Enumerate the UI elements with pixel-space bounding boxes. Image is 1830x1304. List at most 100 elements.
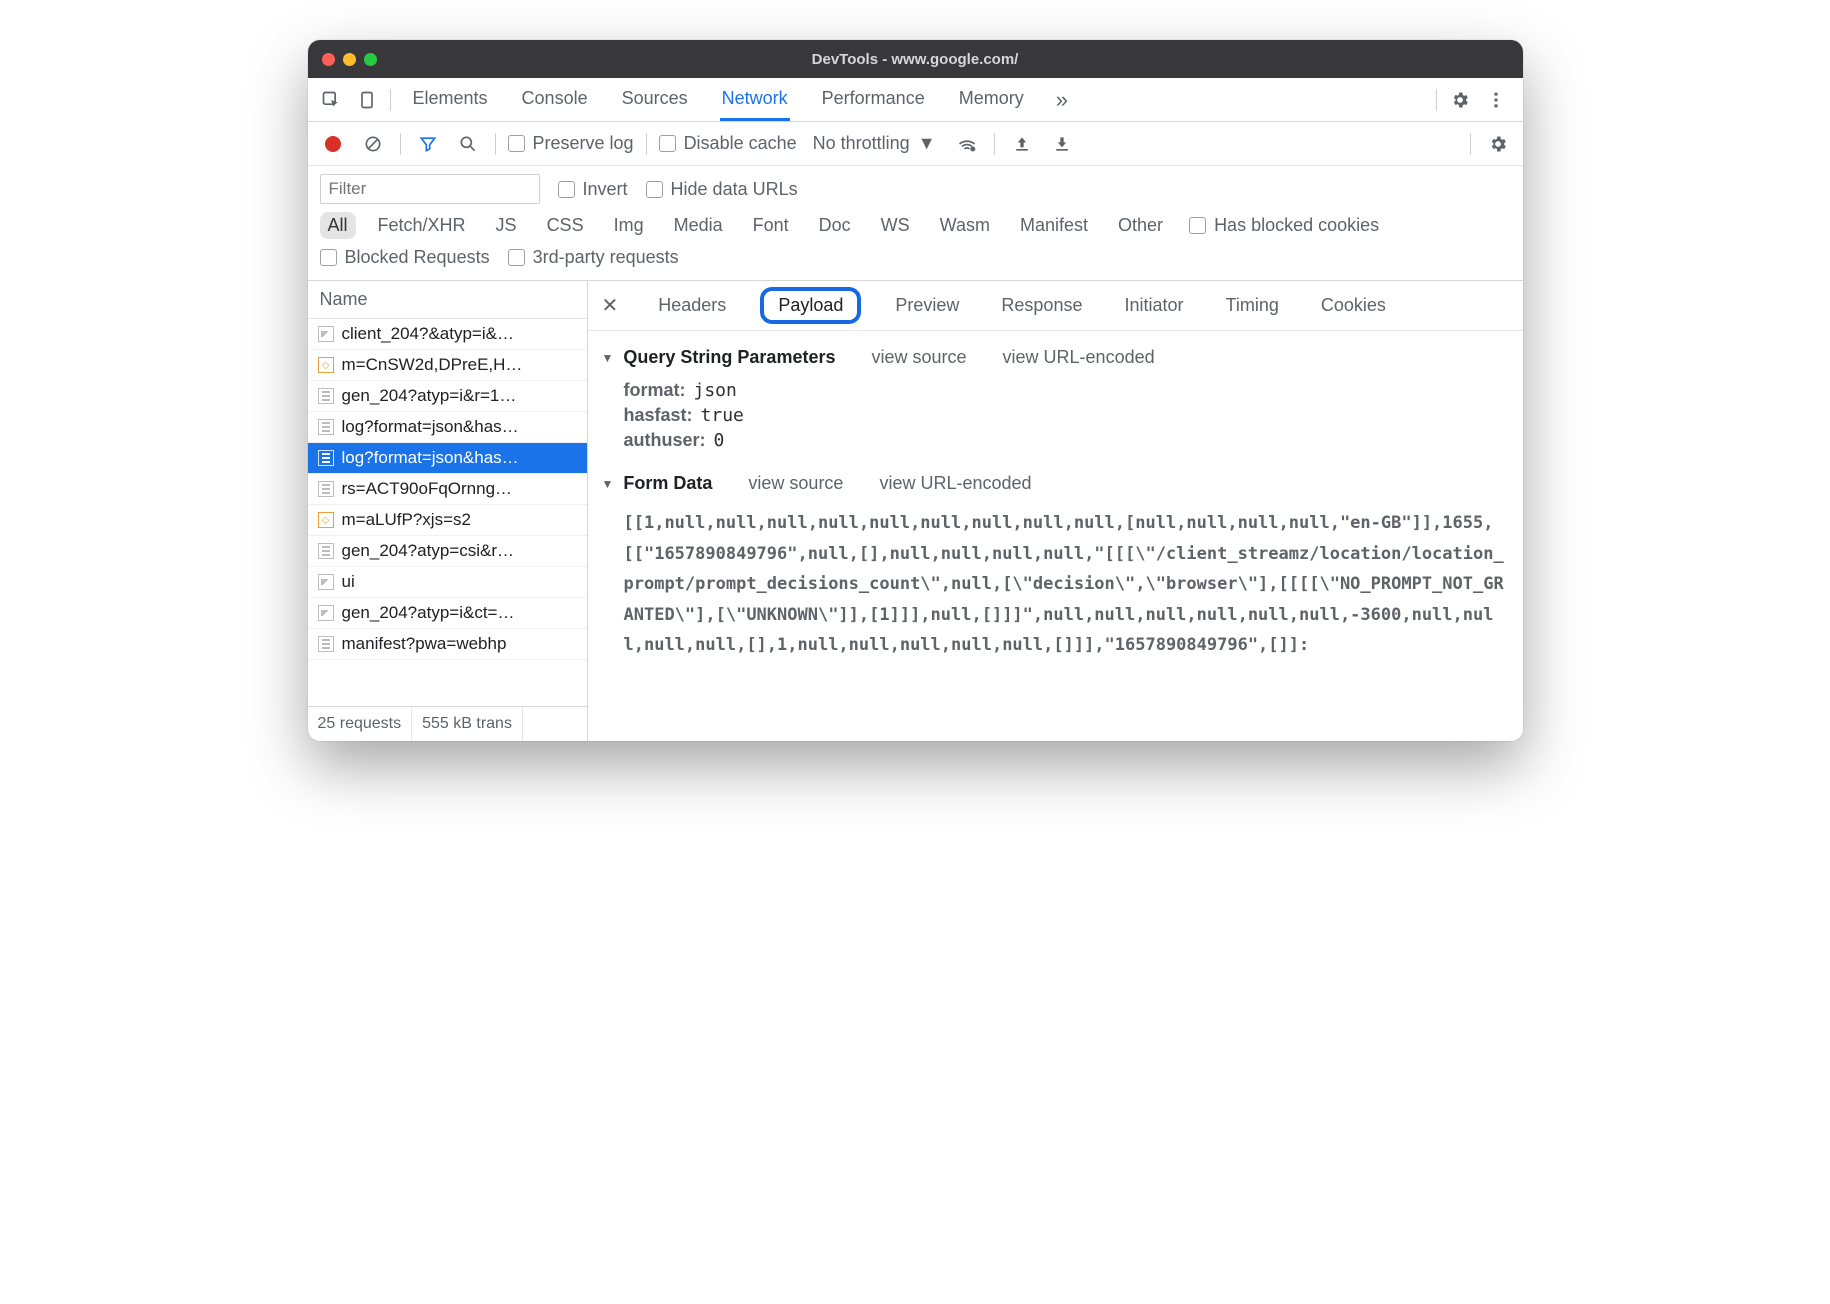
- traffic-lights: [322, 53, 377, 66]
- search-icon[interactable]: [453, 129, 483, 159]
- type-media[interactable]: Media: [666, 212, 731, 239]
- upload-har-icon[interactable]: [1007, 129, 1037, 159]
- clear-icon[interactable]: [358, 129, 388, 159]
- request-row[interactable]: log?format=json&has…: [308, 412, 587, 443]
- disable-cache-label: Disable cache: [684, 133, 797, 154]
- type-img[interactable]: Img: [606, 212, 652, 239]
- request-name: gen_204?atyp=csi&r…: [342, 541, 514, 561]
- formdata-body: [[1,null,null,null,null,null,null,null,n…: [624, 508, 1509, 661]
- qsp-view-url-encoded[interactable]: view URL-encoded: [1003, 347, 1155, 368]
- request-name: gen_204?atyp=i&ct=…: [342, 603, 515, 623]
- separator: [994, 133, 995, 155]
- request-row[interactable]: ui: [308, 567, 587, 598]
- tab-elements[interactable]: Elements: [411, 78, 490, 121]
- main-toolbar: Elements Console Sources Network Perform…: [308, 78, 1523, 122]
- separator: [400, 133, 401, 155]
- tab-network[interactable]: Network: [720, 78, 790, 121]
- type-other[interactable]: Other: [1110, 212, 1171, 239]
- qsp-row: format:json: [624, 380, 1509, 401]
- detail-tab-timing[interactable]: Timing: [1218, 291, 1287, 320]
- download-har-icon[interactable]: [1047, 129, 1077, 159]
- type-wasm[interactable]: Wasm: [932, 212, 998, 239]
- doc-file-icon: [318, 481, 334, 497]
- type-manifest[interactable]: Manifest: [1012, 212, 1096, 239]
- preserve-log-checkbox[interactable]: Preserve log: [508, 133, 634, 154]
- network-toolbar: Preserve log Disable cache No throttling…: [308, 122, 1523, 166]
- titlebar: DevTools - www.google.com/: [308, 40, 1523, 78]
- formdata-view-source[interactable]: view source: [748, 473, 843, 494]
- type-js[interactable]: JS: [488, 212, 525, 239]
- request-list-pane: Name client_204?&atyp=i&… m=CnSW2d,DPreE,…: [308, 281, 588, 741]
- type-font[interactable]: Font: [745, 212, 797, 239]
- request-row[interactable]: gen_204?atyp=i&r=1…: [308, 381, 587, 412]
- detail-tab-response[interactable]: Response: [993, 291, 1090, 320]
- hide-data-urls-checkbox[interactable]: Hide data URLs: [646, 179, 798, 200]
- more-options-icon[interactable]: [1481, 85, 1511, 115]
- record-button[interactable]: [318, 129, 348, 159]
- status-transfer-size: 555 kB trans: [412, 707, 523, 741]
- separator: [1470, 133, 1471, 155]
- more-tabs-icon[interactable]: »: [1056, 87, 1068, 113]
- detail-tab-cookies[interactable]: Cookies: [1313, 291, 1394, 320]
- qsp-row: authuser:0: [624, 430, 1509, 451]
- img-file-icon: [318, 574, 334, 590]
- img-file-icon: [318, 326, 334, 342]
- tab-sources[interactable]: Sources: [620, 78, 690, 121]
- request-name: log?format=json&has…: [342, 417, 519, 437]
- invert-checkbox[interactable]: Invert: [558, 179, 628, 200]
- qsp-view-source[interactable]: view source: [871, 347, 966, 368]
- name-column-header[interactable]: Name: [308, 281, 587, 319]
- has-blocked-cookies-checkbox[interactable]: Has blocked cookies: [1189, 215, 1379, 236]
- request-name: rs=ACT90oFqOrnng…: [342, 479, 513, 499]
- type-doc[interactable]: Doc: [811, 212, 859, 239]
- settings-icon[interactable]: [1445, 85, 1475, 115]
- request-row[interactable]: client_204?&atyp=i&…: [308, 319, 587, 350]
- close-window-button[interactable]: [322, 53, 335, 66]
- request-row[interactable]: manifest?pwa=webhp: [308, 629, 587, 660]
- request-name: log?format=json&has…: [342, 448, 519, 468]
- tab-performance[interactable]: Performance: [820, 78, 927, 121]
- request-row[interactable]: m=aLUfP?xjs=s2: [308, 505, 587, 536]
- third-party-checkbox[interactable]: 3rd-party requests: [508, 247, 679, 268]
- formdata-section-title[interactable]: Form Data: [602, 473, 713, 494]
- request-row[interactable]: gen_204?atyp=csi&r…: [308, 536, 587, 567]
- network-settings-icon[interactable]: [1483, 129, 1513, 159]
- request-row[interactable]: gen_204?atyp=i&ct=…: [308, 598, 587, 629]
- filter-input[interactable]: [320, 174, 540, 204]
- request-row[interactable]: rs=ACT90oFqOrnng…: [308, 474, 587, 505]
- request-name: m=CnSW2d,DPreE,H…: [342, 355, 523, 375]
- tab-memory[interactable]: Memory: [957, 78, 1026, 121]
- detail-tab-headers[interactable]: Headers: [650, 291, 734, 320]
- type-all[interactable]: All: [320, 212, 356, 239]
- type-css[interactable]: CSS: [539, 212, 592, 239]
- type-fetch-xhr[interactable]: Fetch/XHR: [370, 212, 474, 239]
- request-row[interactable]: m=CnSW2d,DPreE,H…: [308, 350, 587, 381]
- close-detail-icon[interactable]: ✕: [602, 293, 619, 318]
- qsp-section-title[interactable]: Query String Parameters: [602, 347, 836, 368]
- detail-tabs: ✕ Headers Payload Preview Response Initi…: [588, 281, 1523, 331]
- request-name: gen_204?atyp=i&r=1…: [342, 386, 517, 406]
- disable-cache-checkbox[interactable]: Disable cache: [659, 133, 797, 154]
- request-name: ui: [342, 572, 355, 592]
- blocked-requests-checkbox[interactable]: Blocked Requests: [320, 247, 490, 268]
- third-party-label: 3rd-party requests: [533, 247, 679, 268]
- js-file-icon: [318, 357, 334, 373]
- device-toolbar-icon[interactable]: [352, 85, 382, 115]
- request-row[interactable]: log?format=json&has…: [308, 443, 587, 474]
- detail-tab-preview[interactable]: Preview: [887, 291, 967, 320]
- network-conditions-icon[interactable]: [952, 129, 982, 159]
- tab-console[interactable]: Console: [520, 78, 590, 121]
- preserve-log-label: Preserve log: [533, 133, 634, 154]
- minimize-window-button[interactable]: [343, 53, 356, 66]
- type-ws[interactable]: WS: [873, 212, 918, 239]
- inspect-element-icon[interactable]: [316, 85, 346, 115]
- network-content: Name client_204?&atyp=i&… m=CnSW2d,DPreE,…: [308, 281, 1523, 741]
- filter-icon[interactable]: [413, 129, 443, 159]
- img-file-icon: [318, 605, 334, 621]
- detail-tab-payload[interactable]: Payload: [760, 287, 861, 324]
- formdata-view-url-encoded[interactable]: view URL-encoded: [879, 473, 1031, 494]
- zoom-window-button[interactable]: [364, 53, 377, 66]
- detail-tab-initiator[interactable]: Initiator: [1116, 291, 1191, 320]
- throttling-select[interactable]: No throttling ▼: [807, 133, 942, 154]
- qsp-value: 0: [714, 430, 725, 451]
